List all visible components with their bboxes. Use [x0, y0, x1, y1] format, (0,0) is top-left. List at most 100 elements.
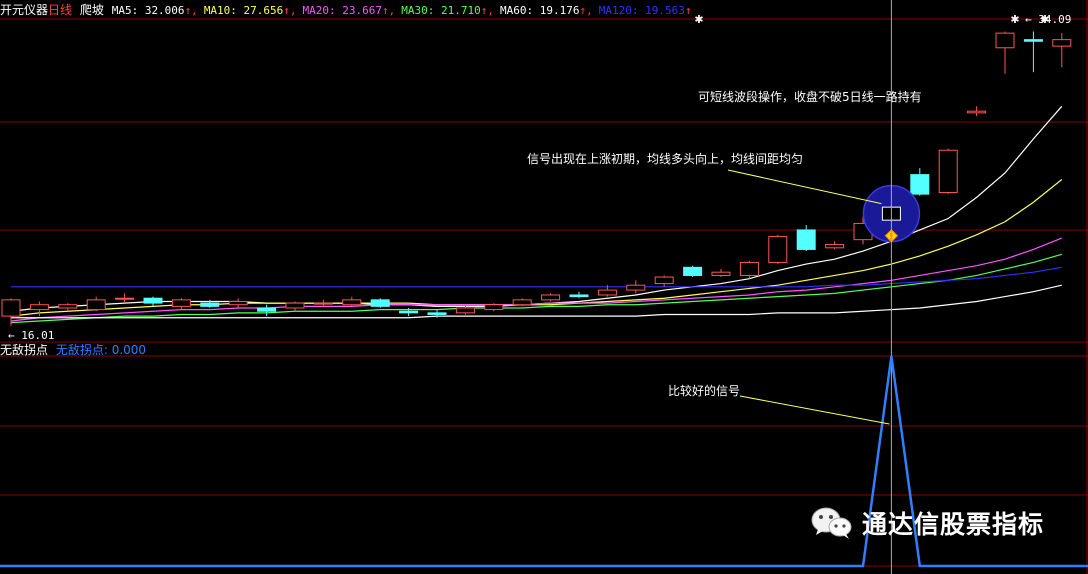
header-bar: 开元仪器日线 爬坡 MA5: 32.006↑, MA10: 27.656↑, MA2… — [0, 2, 701, 18]
candle-23 — [654, 275, 674, 287]
candle-2 — [58, 303, 78, 312]
sub-panel-title: 无敌拐点 — [0, 343, 49, 357]
candle-body — [200, 302, 220, 307]
candle-25 — [711, 268, 731, 278]
ma-value-2: MA20: 23.667 — [302, 4, 383, 17]
candle-body — [938, 149, 958, 194]
candle-13 — [370, 298, 390, 308]
watermark-text: 通达信股票指标 — [862, 510, 1045, 539]
candle-28 — [796, 225, 816, 252]
ma-value-5: MA120: 19.563 — [598, 4, 685, 17]
candle-body — [228, 300, 248, 306]
ma-line-ma30 — [10, 253, 1062, 324]
candle-body — [58, 304, 78, 309]
up-arrow-icon: ↑, — [184, 4, 198, 17]
up-arrow-icon: ↑, — [480, 4, 495, 17]
ma-value-0: MA5: 32.006 — [111, 4, 185, 17]
candle-35 — [995, 31, 1015, 74]
wechat-icon — [811, 507, 852, 539]
ma-value-3: MA30: 21.710 — [401, 4, 481, 17]
annotation-top: 可短线波段操作，收盘不破5日线一路持有 — [698, 90, 922, 104]
candle-body — [683, 266, 703, 276]
candle-body — [512, 299, 532, 306]
candle-12 — [342, 296, 362, 307]
candle-body — [1023, 39, 1043, 42]
candle-26 — [739, 260, 759, 279]
candle-37 — [1052, 33, 1072, 68]
candle-11 — [313, 299, 333, 307]
candle-5 — [143, 296, 163, 307]
price-low-label: ← 16.01 — [8, 329, 55, 342]
candle-4 — [115, 293, 135, 304]
candle-body — [626, 284, 646, 291]
candle-body — [370, 299, 390, 307]
sub-panel-value: 无敌拐点: 0.000 — [55, 343, 147, 357]
candle-body — [484, 304, 504, 311]
candle-20 — [569, 291, 589, 299]
candle-body — [569, 294, 589, 298]
candle-33 — [938, 148, 958, 195]
candle-body — [995, 32, 1015, 49]
candlesticks — [1, 31, 1072, 326]
candle-24 — [683, 265, 703, 278]
candle-19 — [541, 293, 561, 302]
candle-body — [115, 297, 135, 300]
candle-body — [86, 299, 106, 311]
candle-body — [541, 294, 561, 301]
period-label: 日线 — [48, 3, 73, 17]
candle-34 — [967, 106, 987, 117]
ma-value-4: MA60: 19.176 — [500, 4, 580, 17]
annotation-bottom: 比较好的信号 — [668, 384, 741, 398]
watermark: 通达信股票指标 — [810, 505, 1044, 541]
sub-panel-header: 无敌拐点 无敌拐点: 0.000 — [0, 343, 146, 357]
candle-17 — [484, 303, 504, 312]
ma-value-1: MA10: 27.656 — [203, 4, 284, 17]
candle-body — [399, 310, 419, 314]
candle-6 — [171, 298, 191, 310]
candle-8 — [228, 298, 248, 308]
price-high-label: ← 34.09 — [1025, 13, 1072, 26]
candle-36 — [1023, 31, 1043, 73]
up-arrow-icon: ↑, — [382, 4, 396, 17]
candle-18 — [512, 298, 532, 307]
ma-line-ma120 — [11, 266, 1062, 288]
annotation-middle: 信号出现在上涨初期，均线多头向上，均线间距均匀 — [527, 152, 804, 166]
ma-values: MA5: 32.006↑, MA10: 27.656↑, MA20: 23.667↑… — [112, 4, 698, 17]
candle-32 — [910, 168, 930, 196]
candle-body — [29, 304, 49, 311]
candle-body — [1052, 39, 1072, 47]
candle-3 — [86, 296, 106, 312]
up-arrow-icon: ↑, — [579, 4, 593, 17]
candle-body — [654, 276, 674, 285]
candle-body — [768, 235, 788, 263]
candle-body — [825, 244, 845, 249]
candle-body — [285, 302, 305, 309]
candle-29 — [825, 241, 845, 250]
candle-body — [967, 110, 987, 114]
indicator-name: 爬坡 — [79, 3, 104, 17]
candle-body — [910, 174, 930, 195]
candle-body — [597, 289, 617, 296]
up-arrow-icon: ↑ — [684, 4, 692, 17]
candle-body — [1, 299, 21, 317]
stock-name: 开元仪器 — [0, 3, 49, 17]
candle-body — [342, 299, 362, 306]
candle-body — [171, 299, 191, 307]
candle-body — [313, 302, 333, 305]
candle-27 — [768, 234, 788, 265]
chart-area[interactable]: ✱ ✱ ✱ — [0, 0, 1088, 574]
candle-body — [711, 271, 731, 276]
candle-body — [427, 312, 447, 315]
candle-9 — [257, 304, 277, 317]
up-arrow-icon: ↑, — [283, 4, 297, 17]
candle-body — [455, 307, 475, 314]
star-marker-1: ✱ — [1010, 13, 1019, 26]
candle-body — [257, 307, 277, 312]
annotation-pointer-bottom — [739, 395, 890, 425]
candle-22 — [626, 280, 646, 294]
candle-body — [143, 297, 163, 304]
candle-body — [796, 229, 816, 250]
annotation-pointer-top — [727, 169, 882, 205]
candle-10 — [285, 301, 305, 312]
candle-body — [739, 261, 759, 276]
